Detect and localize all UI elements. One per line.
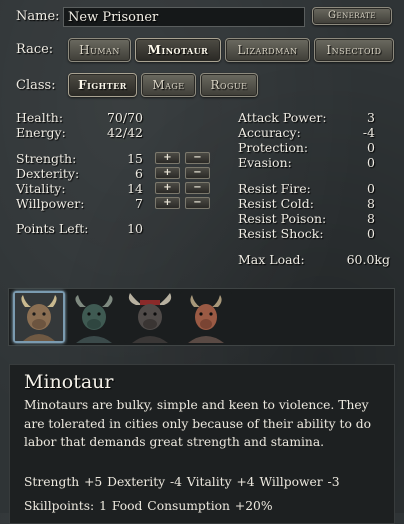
name-label: Name: xyxy=(16,9,60,24)
resist-shock-label: Resist Shock: xyxy=(238,226,324,241)
protection-value: 0 xyxy=(367,140,375,155)
class-button-mage[interactable]: Mage xyxy=(141,73,196,97)
health-value: 70/70 xyxy=(106,110,143,125)
race-description-title: Minotaur xyxy=(24,371,114,393)
energy-value: 42/42 xyxy=(106,125,143,140)
minotaur-portrait-icon xyxy=(15,293,63,341)
vitality-minus-button[interactable]: − xyxy=(185,182,210,194)
portrait-minotaur-3[interactable] xyxy=(124,291,176,343)
dexterity-value: 6 xyxy=(135,166,143,181)
race-label: Race: xyxy=(16,42,54,57)
race-button-human[interactable]: Human xyxy=(68,38,131,62)
dexterity-plus-button[interactable]: + xyxy=(155,167,180,179)
willpower-label: Willpower: xyxy=(16,196,85,211)
accuracy-label: Accuracy: xyxy=(238,125,301,140)
willpower-plus-button[interactable]: + xyxy=(155,197,180,209)
max-load-value: 60.0kg xyxy=(346,252,390,267)
race-attribute-modifiers: Strength +5 Dexterity -4 Vitality +4 Wil… xyxy=(24,475,340,489)
willpower-value: 7 xyxy=(135,196,143,211)
class-button-rogue[interactable]: Rogue xyxy=(200,73,258,97)
willpower-minus-button[interactable]: − xyxy=(185,197,210,209)
dexterity-label: Dexterity: xyxy=(16,166,80,181)
attack-power-value: 3 xyxy=(367,110,375,125)
resist-cold-label: Resist Cold: xyxy=(238,196,314,211)
resist-shock-value: 0 xyxy=(367,226,375,241)
resist-poison-value: 8 xyxy=(367,211,375,226)
race-button-lizardman[interactable]: Lizardman xyxy=(225,38,310,62)
name-input[interactable]: New Prisoner xyxy=(63,7,305,27)
strength-label: Strength: xyxy=(16,151,77,166)
vitality-value: 14 xyxy=(127,181,143,196)
race-extra-modifiers: Skillpoints: 1 Food Consumption +20% xyxy=(24,499,273,513)
generate-button[interactable]: Generate xyxy=(312,7,392,25)
vitality-plus-button[interactable]: + xyxy=(155,182,180,194)
strength-plus-button[interactable]: + xyxy=(155,152,180,164)
points-left-value: 10 xyxy=(127,221,143,236)
strength-value: 15 xyxy=(127,151,143,166)
resist-poison-label: Resist Poison: xyxy=(238,211,327,226)
race-button-minotaur[interactable]: Minotaur xyxy=(135,38,221,62)
minotaur-portrait-icon xyxy=(124,291,176,343)
portrait-minotaur-1[interactable] xyxy=(13,291,65,343)
max-load-label: Max Load: xyxy=(238,252,305,267)
portrait-minotaur-4[interactable] xyxy=(180,291,232,343)
portrait-minotaur-2[interactable] xyxy=(68,291,120,343)
attack-power-label: Attack Power: xyxy=(238,110,327,125)
dexterity-minus-button[interactable]: − xyxy=(185,167,210,179)
class-label: Class: xyxy=(16,78,56,93)
vitality-label: Vitality: xyxy=(16,181,66,196)
minotaur-portrait-icon xyxy=(180,291,232,343)
evasion-value: 0 xyxy=(367,155,375,170)
class-button-fighter[interactable]: Fighter xyxy=(68,73,137,97)
accuracy-value: -4 xyxy=(362,125,375,140)
minotaur-portrait-icon xyxy=(68,291,120,343)
points-left-label: Points Left: xyxy=(16,221,89,236)
health-label: Health: xyxy=(16,110,64,125)
evasion-label: Evasion: xyxy=(238,155,292,170)
race-description-text: Minotaurs are bulky, simple and keen to … xyxy=(24,398,372,449)
strength-minus-button[interactable]: − xyxy=(185,152,210,164)
protection-label: Protection: xyxy=(238,140,309,155)
energy-label: Energy: xyxy=(16,125,66,140)
resist-fire-value: 0 xyxy=(367,181,375,196)
race-button-insectoid[interactable]: Insectoid xyxy=(314,38,394,62)
resist-fire-label: Resist Fire: xyxy=(238,181,311,196)
resist-cold-value: 8 xyxy=(367,196,375,211)
